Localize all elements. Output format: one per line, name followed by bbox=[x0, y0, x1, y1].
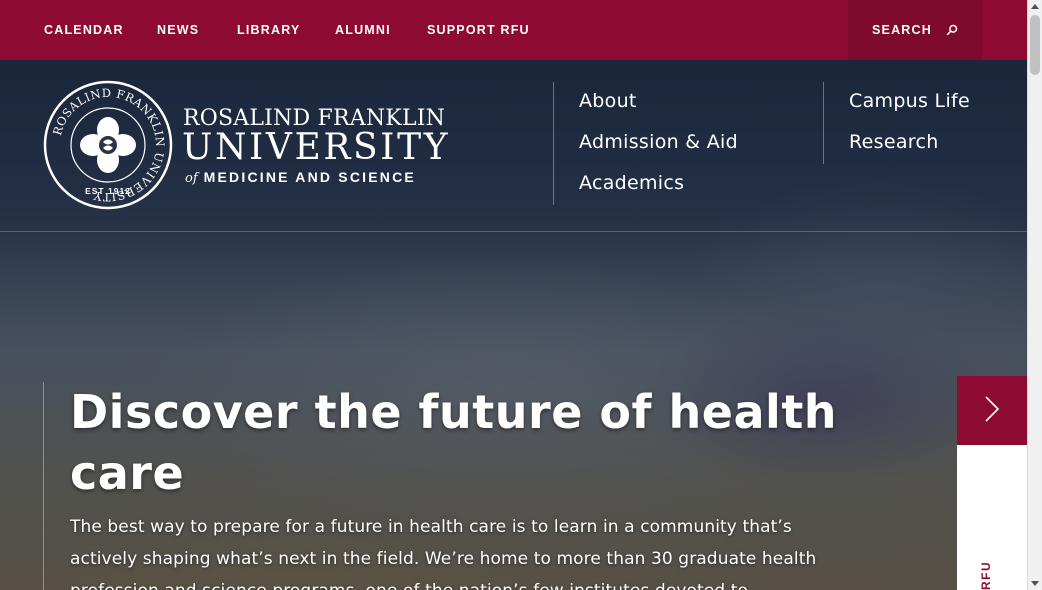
university-logo[interactable]: ROSALIND FRANKLIN UNIVERSITY EST 1912 RO… bbox=[43, 80, 453, 210]
nav-item-academics[interactable]: Academics bbox=[579, 163, 738, 204]
scrollbar-thumb[interactable] bbox=[1030, 15, 1040, 75]
chevron-right-icon bbox=[984, 395, 1000, 427]
search-button[interactable]: SEARCH bbox=[848, 0, 982, 60]
scroll-up-arrow-icon[interactable] bbox=[1031, 4, 1039, 9]
site-header: ROSALIND FRANKLIN UNIVERSITY EST 1912 RO… bbox=[0, 60, 1027, 232]
utility-link-library[interactable]: LIBRARY bbox=[237, 23, 301, 37]
utility-link-news[interactable]: NEWS bbox=[157, 23, 199, 37]
logo-wordmark-university: UNIVERSITY bbox=[182, 127, 451, 168]
hero-body-text: The best way to prepare for a future in … bbox=[70, 517, 817, 590]
hero-title: Discover the future of health care bbox=[70, 385, 838, 500]
svg-text:EST 1912: EST 1912 bbox=[85, 186, 131, 196]
university-seal-icon: ROSALIND FRANKLIN UNIVERSITY EST 1912 bbox=[43, 80, 173, 210]
page-scrollbar[interactable] bbox=[1027, 0, 1042, 590]
utility-link-calendar[interactable]: CALENDAR bbox=[44, 23, 124, 37]
logo-wordmark-subtitle: of MEDICINE AND SCIENCE bbox=[185, 169, 416, 186]
main-nav-column-2: Campus Life Research bbox=[823, 82, 970, 164]
main-nav-column-1: About Admission & Aid Academics bbox=[553, 82, 738, 205]
utility-link-alumni[interactable]: ALUMNI bbox=[335, 23, 391, 37]
utility-link-support-rfu[interactable]: SUPPORT RFU bbox=[427, 23, 530, 37]
search-label: SEARCH bbox=[872, 23, 932, 37]
utility-bar: CALENDAR NEWS LIBRARY ALUMNI SUPPORT RFU… bbox=[0, 0, 1027, 60]
carousel-next-button[interactable] bbox=[957, 376, 1027, 445]
hero-divider bbox=[43, 382, 44, 590]
side-panel-label: RFU bbox=[979, 560, 993, 590]
nav-item-admission-aid[interactable]: Admission & Aid bbox=[579, 122, 738, 163]
nav-item-about[interactable]: About bbox=[579, 81, 738, 122]
search-icon bbox=[946, 24, 958, 36]
nav-item-research[interactable]: Research bbox=[849, 122, 970, 163]
nav-item-campus-life[interactable]: Campus Life bbox=[849, 81, 970, 122]
side-panel-tab[interactable]: RFU bbox=[957, 445, 1027, 590]
scroll-down-arrow-icon[interactable] bbox=[1031, 581, 1039, 586]
